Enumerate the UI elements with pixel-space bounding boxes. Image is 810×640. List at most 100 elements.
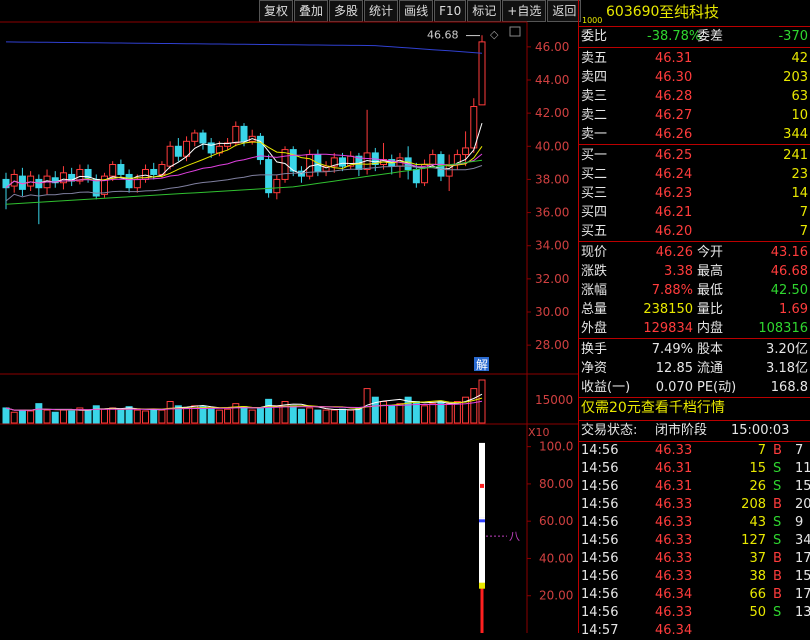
trade-price: 46.33 — [655, 497, 693, 512]
bid-label: 买一 — [581, 148, 608, 163]
window-icon[interactable] — [509, 26, 521, 37]
stat-value-2: 43.16 — [770, 245, 808, 260]
bid-price: 46.25 — [655, 148, 693, 163]
candle-body — [125, 173, 133, 189]
trade-count: 11 — [795, 461, 810, 476]
volume-bar — [380, 401, 388, 424]
trade-volume: 66 — [749, 587, 766, 602]
volume-bar — [51, 411, 59, 424]
volume-bar — [183, 407, 191, 424]
volume-bar — [133, 409, 141, 424]
volume-bar — [470, 388, 478, 424]
stat-label: 总量 — [581, 302, 608, 317]
stat-label-2: 内盘 — [697, 321, 724, 336]
bid-volume: 14 — [791, 186, 808, 201]
ask-price: 46.27 — [655, 108, 693, 123]
promo-link[interactable]: 仅需20元查看千档行情 — [581, 399, 725, 418]
trade-time: 14:56 — [581, 605, 619, 620]
trade-count: 17 — [795, 587, 810, 602]
bid-volume: 23 — [791, 167, 808, 182]
volume-bar — [429, 403, 437, 424]
trade-direction: B — [773, 551, 782, 566]
trade-count: 15 — [795, 569, 810, 584]
ask-label: 卖五 — [581, 51, 608, 66]
ask-label: 卖四 — [581, 70, 608, 85]
trade-time: 14:56 — [581, 551, 619, 566]
trade-row: 14:56 46.31 15 S 11 — [579, 459, 810, 478]
stat-value: 129834 — [643, 321, 693, 336]
volume-bar — [265, 398, 273, 424]
ask-price: 46.26 — [655, 127, 693, 142]
candle-body — [199, 132, 207, 144]
trade-price: 46.33 — [655, 515, 693, 530]
stat-row: 涨幅 7.88% 最低 42.50 — [579, 281, 810, 300]
finance-value: 12.85 — [655, 361, 693, 376]
ask-row: 卖一 46.26 344 — [579, 125, 810, 144]
finance-value-2: 3.18亿 — [766, 361, 808, 376]
volume-bar — [215, 409, 223, 424]
promo-row: 仅需20元查看千档行情 — [579, 399, 810, 418]
diamond-icon[interactable]: ◇ — [490, 28, 499, 41]
trade-direction: B — [773, 569, 782, 584]
bid-label: 买三 — [581, 186, 608, 201]
volume-bar — [166, 401, 174, 424]
trade-price: 46.34 — [655, 623, 693, 638]
bid-label: 买四 — [581, 205, 608, 220]
finance-label: 净资 — [581, 361, 608, 376]
volume-bar — [306, 407, 314, 424]
ask-row: 卖二 46.27 10 — [579, 106, 810, 125]
trade-time: 14:57 — [581, 623, 619, 638]
trade-price: 46.33 — [655, 569, 693, 584]
candle-body — [191, 132, 199, 142]
volume-bar — [207, 407, 215, 424]
trade-volume: 7 — [757, 443, 766, 458]
trade-volume: 37 — [749, 551, 766, 566]
finance-label: 收益(一) — [581, 380, 631, 395]
trade-count: 20 — [795, 497, 810, 512]
kline-chart[interactable]: 46.00 44.00 42.00 40.00 38.00 36.00 34.00 32.00… — [0, 0, 578, 633]
finance-value: 0.070 — [655, 380, 693, 395]
stat-value-2: 1.69 — [779, 302, 808, 317]
finance-value-2: 3.20亿 — [766, 342, 808, 357]
trade-direction: S — [773, 515, 782, 530]
finance-label-2: 股本 — [697, 342, 724, 357]
stat-label-2: 今开 — [697, 245, 724, 260]
ask-volume: 42 — [791, 51, 808, 66]
trade-price: 46.33 — [655, 605, 693, 620]
ask-label: 卖一 — [581, 127, 608, 142]
ask-row: 卖五 46.31 42 — [579, 49, 810, 68]
volume-bar — [43, 409, 51, 424]
stat-label: 现价 — [581, 245, 608, 260]
finance-label: 换手 — [581, 342, 608, 357]
trade-direction: B — [773, 443, 782, 458]
stat-value: 7.88% — [651, 283, 693, 298]
volume-bar — [330, 409, 338, 424]
price-axis-tick: 28.00 — [535, 338, 569, 352]
stat-label-2: 最低 — [697, 283, 724, 298]
trade-price: 46.33 — [655, 443, 693, 458]
trade-direction: S — [773, 533, 782, 548]
ratio-diff-value: -370 — [778, 29, 808, 44]
ma250-line — [5, 41, 483, 54]
bid-price: 46.24 — [655, 167, 693, 182]
stat-label: 涨幅 — [581, 283, 608, 298]
bid-volume: 7 — [799, 224, 808, 239]
volume-bar — [59, 409, 67, 424]
volume-bar — [445, 403, 453, 424]
trade-count: 7 — [795, 443, 804, 458]
bid-row: 买五 46.20 7 — [579, 222, 810, 241]
volume-bar — [27, 410, 35, 424]
volume-bar — [347, 409, 355, 424]
trade-status-state: 闭市阶段 — [655, 423, 708, 438]
marker-glyph: 解 — [476, 358, 488, 372]
trade-volume: 26 — [749, 479, 766, 494]
candle-body — [232, 125, 240, 144]
trade-direction: B — [773, 497, 782, 512]
volume-bar — [2, 407, 10, 424]
candle-body — [240, 125, 248, 142]
volume-bar — [117, 409, 125, 424]
trade-status-label: 交易状态: — [581, 423, 638, 438]
candle-body — [338, 157, 346, 167]
indicator-bar-top — [479, 442, 485, 518]
volume-bar — [256, 407, 264, 424]
